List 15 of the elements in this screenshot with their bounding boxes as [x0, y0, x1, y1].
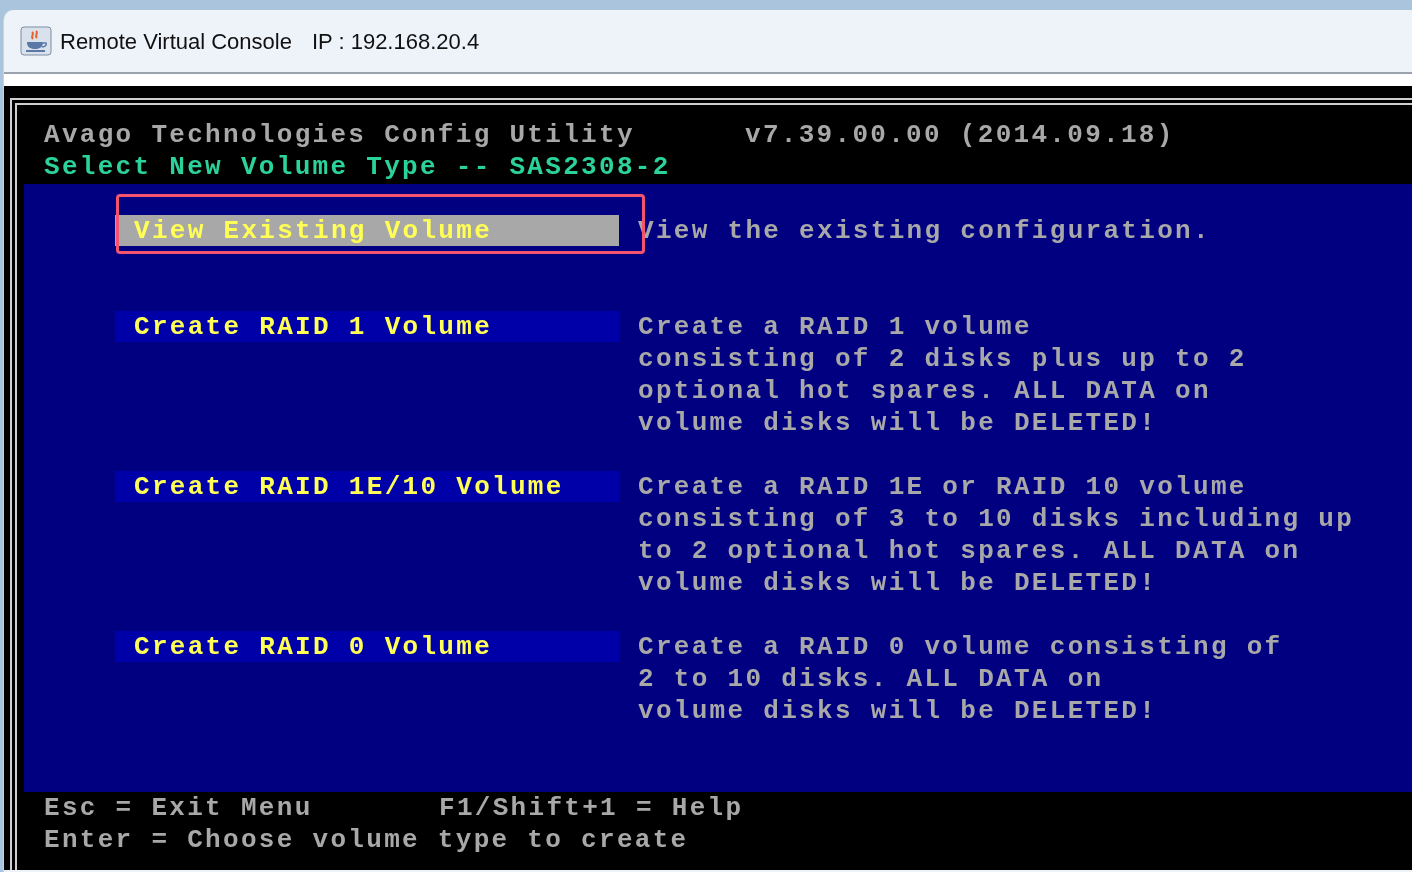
key-hint: F1/Shift+1 = Help — [439, 792, 744, 824]
screen-title: Select New Volume Type -- SAS2308-2 — [44, 151, 672, 183]
item-description: Create a RAID 0 volume consisting of 2 to 10 disks. ALL DATA on volume disks will be DELETED! — [638, 631, 1283, 727]
item-description: Create a RAID 1E or RAID 10 volume consisting of 3 to 10 disks including up to 2 optional hot spares. ALL DATA on volume disks will be DELETED! — [638, 471, 1355, 599]
window-title: Remote Virtual Console — [60, 27, 292, 56]
ip-address: IP : 192.168.20.4 — [311, 27, 480, 56]
key-hint: Enter = Choose volume type to create — [44, 824, 689, 856]
menu-item[interactable]: Create RAID 1E/10 Volume — [115, 471, 619, 502]
app-icon — [20, 26, 52, 56]
version-text: v7.39.00.00 (2014.09.18) — [745, 119, 1175, 151]
menu-item[interactable]: Create RAID 0 Volume — [115, 631, 619, 662]
utility-title: Avago Technologies Config Utility — [44, 119, 636, 151]
menu-item[interactable]: Create RAID 1 Volume — [115, 311, 619, 342]
item-description: Create a RAID 1 volume consisting of 2 disks plus up to 2 optional hot spares. ALL DATA on volume disks will be DELETED! — [638, 311, 1247, 439]
key-hint: Esc = Exit Menu — [44, 792, 314, 824]
